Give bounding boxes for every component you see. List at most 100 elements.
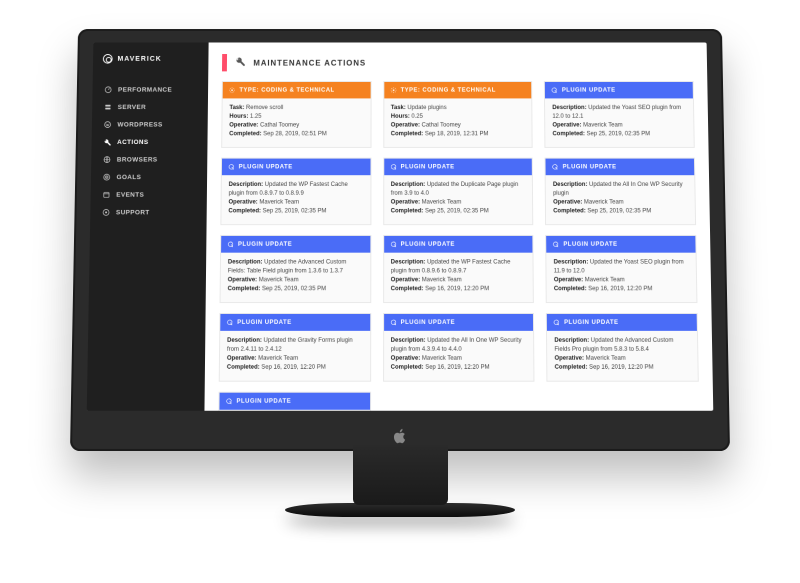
- card-body: Task: Remove scrollHours: 1.25Operative:…: [222, 98, 370, 147]
- sidebar-item-label: SUPPORT: [116, 209, 150, 216]
- monitor-bezel: MAVERICK PERFORMANCE SERVER WORDPRESS ACTIO…: [70, 29, 730, 451]
- card-header: TYPE: CODING & TECHNICAL: [384, 82, 532, 98]
- card-body: Description: Updated the WP Fastest Cach…: [384, 253, 533, 302]
- sidebar-item-performance[interactable]: PERFORMANCE: [102, 81, 198, 98]
- card-header-label: PLUGIN UPDATE: [562, 87, 616, 93]
- page-header: MAINTENANCE ACTIONS: [222, 54, 693, 71]
- sidebar-item-browsers[interactable]: BROWSERS: [101, 151, 198, 169]
- card-header-label: PLUGIN UPDATE: [238, 241, 292, 247]
- refresh-icon: [390, 319, 397, 326]
- card-header: PLUGIN UPDATE: [546, 236, 695, 253]
- sidebar-item-actions[interactable]: ACTIONS: [101, 133, 198, 151]
- card-header: PLUGIN UPDATE: [222, 159, 370, 176]
- sidebar-item-label: ACTIONS: [117, 139, 149, 146]
- action-card[interactable]: PLUGIN UPDATE Description: Updated the Ad…: [218, 392, 371, 411]
- globe-icon: [103, 156, 111, 164]
- calendar-icon: [102, 191, 110, 199]
- action-card[interactable]: PLUGIN UPDATEDescription: Updated the Ad…: [546, 313, 699, 382]
- app-screen: MAVERICK PERFORMANCE SERVER WORDPRESS ACTIO…: [87, 42, 714, 410]
- card-header: PLUGIN UPDATE: [546, 159, 694, 176]
- card-header: PLUGIN UPDATE: [221, 236, 370, 253]
- sidebar-item-label: EVENTS: [116, 191, 144, 198]
- action-card[interactable]: PLUGIN UPDATE Description: Updated the Yo…: [544, 81, 695, 148]
- refresh-icon: [551, 87, 558, 94]
- card-header: PLUGIN UPDATE: [219, 393, 369, 410]
- card-header-label: PLUGIN UPDATE: [237, 319, 291, 325]
- action-card[interactable]: PLUGIN UPDATE Description: Updated the Al…: [383, 313, 535, 382]
- card-body: Description: Updated the Advanced Custom…: [219, 410, 370, 411]
- sidebar-item-label: WORDPRESS: [117, 121, 162, 128]
- card-body: Description: Updated the All In One WP S…: [384, 331, 534, 381]
- wrench-icon: [235, 54, 246, 71]
- card-header-label: PLUGIN UPDATE: [401, 319, 455, 325]
- brand[interactable]: MAVERICK: [103, 54, 199, 64]
- monitor-stand-neck: [353, 445, 448, 505]
- gauge-icon: [104, 86, 112, 94]
- card-header-label: TYPE: CODING & TECHNICAL: [401, 87, 496, 93]
- card-body: Description: Updated the Advanced Custom…: [547, 331, 697, 381]
- refresh-icon: [228, 163, 235, 170]
- action-card[interactable]: PLUGIN UPDATEDescription: Updated the Al…: [545, 158, 696, 225]
- action-card[interactable]: PLUGIN UPDATE Description: Updated the Ad…: [220, 235, 371, 303]
- card-body: Description: Updated the Gravity Forms p…: [220, 331, 370, 381]
- refresh-icon: [390, 241, 397, 248]
- cog-icon: [229, 87, 236, 94]
- apple-logo-icon: [391, 427, 409, 445]
- card-body: Description: Updated the WP Fastest Cach…: [221, 175, 370, 224]
- card-header: PLUGIN UPDATE: [545, 82, 693, 98]
- card-body: Description: Updated the Yoast SEO plugi…: [545, 98, 693, 147]
- card-header-label: PLUGIN UPDATE: [239, 164, 293, 170]
- action-card[interactable]: PLUGIN UPDATE Description: Updated the Yo…: [545, 235, 697, 303]
- action-card[interactable]: TYPE: CODING & TECHNICAL Task: Remove scr…: [221, 81, 371, 148]
- accent-bar: [222, 54, 227, 71]
- sidebar: MAVERICK PERFORMANCE SERVER WORDPRESS ACTIO…: [87, 42, 209, 410]
- support-icon: [102, 208, 110, 216]
- card-header-label: PLUGIN UPDATE: [563, 241, 617, 247]
- page-title: MAINTENANCE ACTIONS: [253, 58, 366, 67]
- sidebar-item-label: GOALS: [116, 174, 141, 181]
- monitor-stand-foot: [285, 503, 515, 517]
- sidebar-item-server[interactable]: SERVER: [102, 98, 198, 115]
- card-body: Description: Updated the Duplicate Page …: [384, 175, 533, 224]
- sidebar-item-support[interactable]: SUPPORT: [100, 204, 197, 222]
- refresh-icon: [390, 163, 397, 170]
- card-header-label: PLUGIN UPDATE: [401, 164, 455, 170]
- monitor: MAVERICK PERFORMANCE SERVER WORDPRESS ACTIO…: [70, 22, 730, 517]
- brand-text: MAVERICK: [117, 55, 161, 62]
- card-header-label: PLUGIN UPDATE: [236, 398, 291, 404]
- card-body: Task: Update pluginsHours: 0.25Operative…: [384, 98, 532, 147]
- refresh-icon: [225, 398, 232, 405]
- action-card[interactable]: PLUGIN UPDATE Description: Updated the Gr…: [219, 313, 371, 382]
- action-card[interactable]: PLUGIN UPDATE Description: Updated the WP…: [220, 158, 371, 225]
- sidebar-item-goals[interactable]: GOALS: [101, 168, 198, 186]
- card-header: PLUGIN UPDATE: [384, 236, 533, 253]
- card-header: PLUGIN UPDATE: [220, 314, 370, 331]
- card-header: PLUGIN UPDATE: [384, 159, 532, 176]
- refresh-icon: [553, 319, 560, 326]
- cog-icon: [390, 87, 397, 94]
- card-header-label: PLUGIN UPDATE: [401, 241, 455, 247]
- sidebar-item-label: SERVER: [118, 104, 146, 111]
- action-card[interactable]: PLUGIN UPDATE Description: Updated the WP…: [383, 235, 534, 303]
- action-card[interactable]: TYPE: CODING & TECHNICAL Task: Update plu…: [383, 81, 533, 148]
- refresh-icon: [227, 241, 234, 248]
- main-content: MAINTENANCE ACTIONS TYPE: CODING & TECHN…: [204, 42, 713, 410]
- refresh-icon: [552, 163, 559, 170]
- card-header: TYPE: CODING & TECHNICAL: [223, 82, 371, 98]
- card-body: Description: Updated the Advanced Custom…: [221, 253, 370, 302]
- card-body: Description: Updated the All In One WP S…: [546, 175, 695, 224]
- card-body: Description: Updated the Yoast SEO plugi…: [547, 253, 697, 302]
- sidebar-item-label: PERFORMANCE: [118, 86, 172, 93]
- refresh-icon: [226, 319, 233, 326]
- sidebar-item-label: BROWSERS: [117, 156, 158, 163]
- card-header-label: TYPE: CODING & TECHNICAL: [239, 87, 334, 93]
- server-icon: [104, 103, 112, 111]
- brand-logo-icon: [103, 54, 113, 64]
- sidebar-item-wordpress[interactable]: WORDPRESS: [102, 116, 198, 133]
- action-card[interactable]: PLUGIN UPDATE Description: Updated the Du…: [383, 158, 534, 225]
- target-icon: [103, 173, 111, 181]
- refresh-icon: [552, 241, 559, 248]
- sidebar-item-events[interactable]: EVENTS: [100, 186, 197, 204]
- cards-grid: TYPE: CODING & TECHNICAL Task: Remove scr…: [218, 81, 700, 411]
- card-header: PLUGIN UPDATE: [547, 314, 697, 331]
